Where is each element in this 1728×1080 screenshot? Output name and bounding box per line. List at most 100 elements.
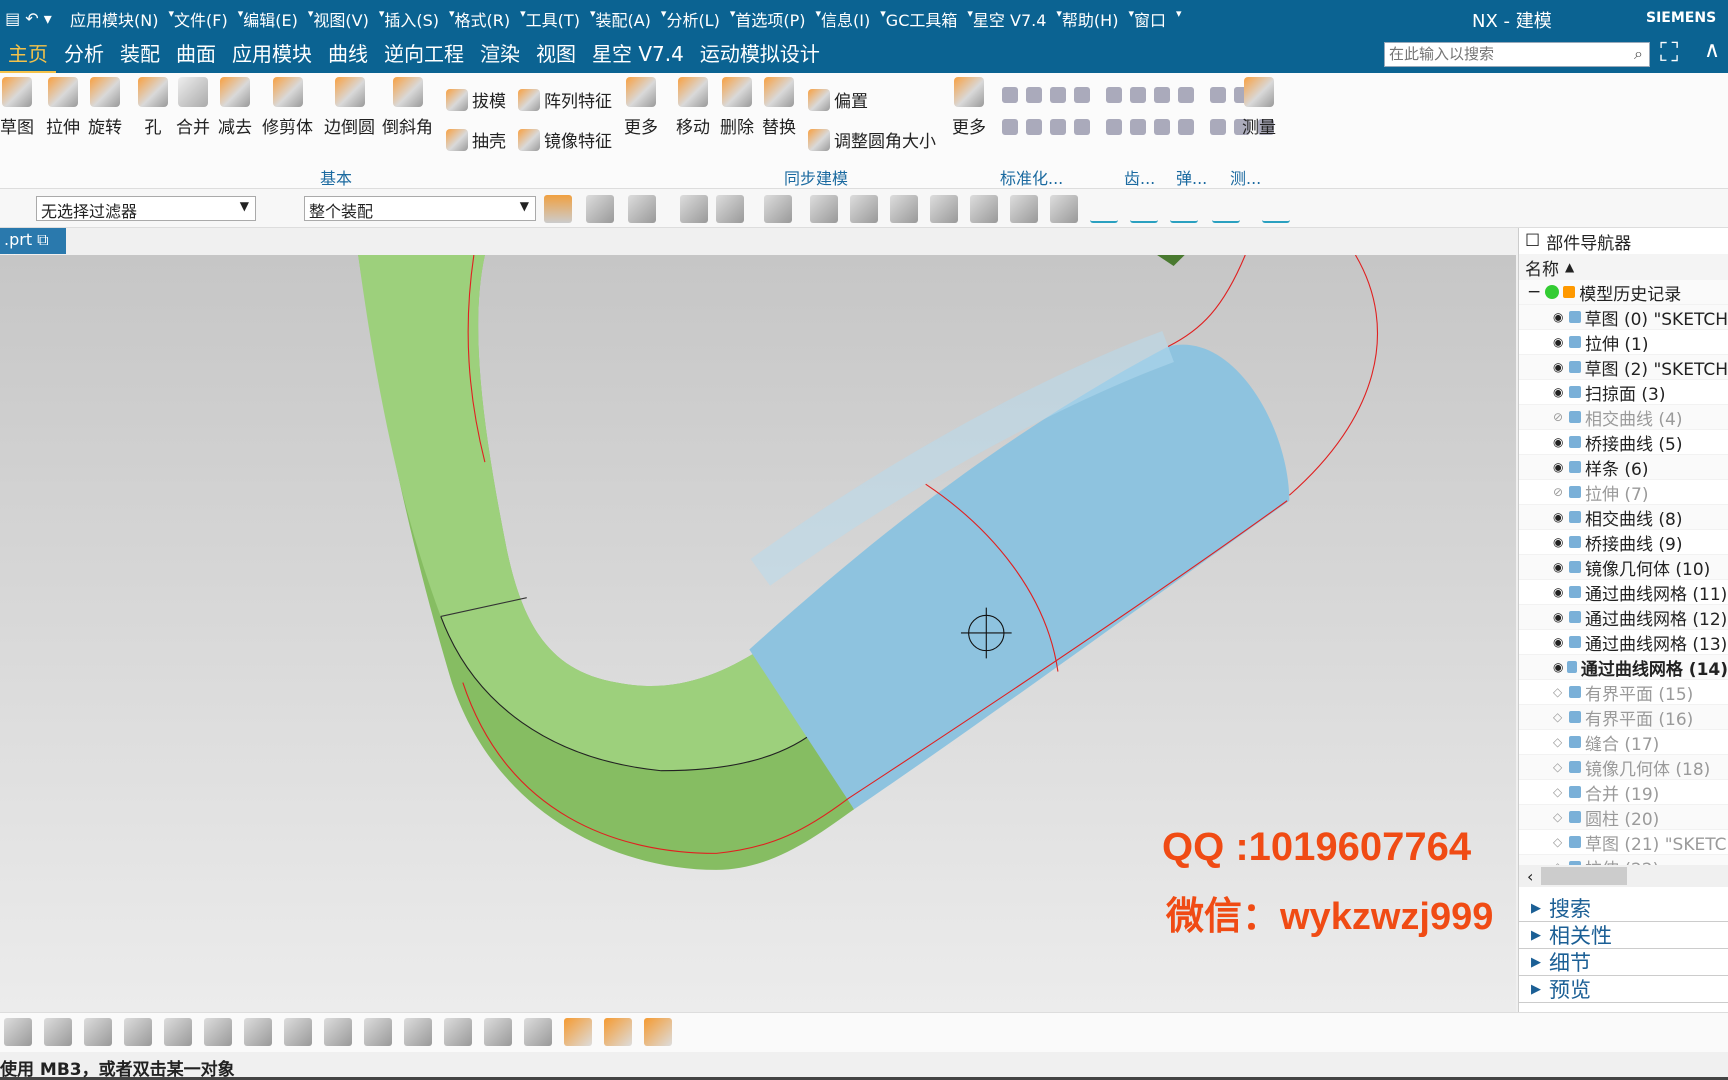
toolbar-icon-15[interactable]: [1170, 195, 1198, 223]
diamond-icon[interactable]: ◇: [1553, 785, 1567, 799]
toolbar-icon-3[interactable]: [680, 195, 708, 223]
eye-icon[interactable]: ◉: [1553, 535, 1567, 549]
sync-button-0[interactable]: 移动: [676, 77, 710, 138]
tool-icon[interactable]: [1074, 87, 1090, 103]
menu-2[interactable]: 编辑(E): [243, 7, 298, 31]
bottom-tool-icon-4[interactable]: [164, 1018, 192, 1046]
tool-icon[interactable]: [1050, 119, 1066, 135]
menu-4[interactable]: 插入(S): [384, 7, 439, 31]
eye-icon[interactable]: ◉: [1553, 610, 1567, 624]
tree-item[interactable]: ◇ 草图 (21) "SKETC: [1519, 830, 1728, 855]
eye-icon[interactable]: ◉: [1553, 310, 1567, 324]
tab-2[interactable]: 装配: [112, 37, 168, 73]
menu-6[interactable]: 工具(T): [526, 7, 580, 31]
ribbon-small-button-3[interactable]: 镜像特征: [518, 127, 612, 152]
ribbon-group-label-1[interactable]: 同步建模: [784, 165, 848, 189]
ribbon-group-label-0[interactable]: 基本: [320, 165, 352, 189]
ribbon-button-2[interactable]: 旋转: [88, 77, 122, 138]
menu-3[interactable]: 视图(V): [313, 7, 368, 31]
tree-root[interactable]: − 模型历史记录: [1519, 280, 1728, 305]
panel-section-1[interactable]: ▶ 相关性: [1519, 922, 1728, 949]
tree-item[interactable]: ◇ 拉伸 (22): [1519, 855, 1728, 865]
toolbar-icon-9[interactable]: [930, 195, 958, 223]
diamond-icon[interactable]: ◇: [1553, 685, 1567, 699]
menu-14[interactable]: 窗口: [1134, 7, 1166, 31]
tree-item[interactable]: ◉ 相交曲线 (8): [1519, 505, 1728, 530]
ribbon-small-button-1[interactable]: 阵列特征: [518, 87, 612, 112]
tool-icon[interactable]: [1002, 119, 1018, 135]
tool-icon[interactable]: [1026, 87, 1042, 103]
eye-icon[interactable]: ◉: [1553, 385, 1567, 399]
bottom-tool-icon-3[interactable]: [124, 1018, 152, 1046]
tool-icon[interactable]: [1130, 119, 1146, 135]
tree-item[interactable]: ◇ 有界平面 (16): [1519, 705, 1728, 730]
tree-item[interactable]: ⊘ 拉伸 (7): [1519, 480, 1728, 505]
ribbon-button-3[interactable]: 孔: [138, 77, 168, 138]
ribbon-group-label-2[interactable]: 标准化...: [1000, 165, 1063, 189]
tab-0[interactable]: 主页: [0, 37, 56, 73]
toolbar-icon-14[interactable]: [1130, 195, 1158, 223]
toolbar-icon-8[interactable]: [890, 195, 918, 223]
tree-item[interactable]: ◇ 缝合 (17): [1519, 730, 1728, 755]
panel-section-0[interactable]: ▶ 搜索: [1519, 895, 1728, 922]
menu-13[interactable]: 帮助(H): [1062, 7, 1119, 31]
menu-8[interactable]: 分析(L): [666, 7, 719, 31]
ribbon-button-8[interactable]: 倒斜角: [382, 77, 433, 138]
sync-small-button-1[interactable]: 调整圆角大小: [808, 127, 936, 152]
tree-item[interactable]: ◉ 样条 (6): [1519, 455, 1728, 480]
bottom-tool-icon-0[interactable]: [4, 1018, 32, 1046]
diamond-icon[interactable]: ◇: [1553, 835, 1567, 849]
toolbar-icon-16[interactable]: [1212, 195, 1240, 223]
tree-item[interactable]: ◉ 通过曲线网格 (11): [1519, 580, 1728, 605]
bottom-tool-icon-15[interactable]: [604, 1018, 632, 1046]
ribbon-group-label-3[interactable]: 齿...: [1124, 165, 1155, 189]
search-icon[interactable]: ⌕: [1634, 44, 1643, 64]
tree-item[interactable]: ◉ 拉伸 (1): [1519, 330, 1728, 355]
menu-10[interactable]: 信息(I): [821, 7, 870, 31]
tool-icon[interactable]: [1210, 87, 1226, 103]
tool-icon[interactable]: [1154, 119, 1170, 135]
tree-item[interactable]: ◉ 草图 (2) "SKETCH: [1519, 355, 1728, 380]
eye-icon[interactable]: ◉: [1553, 510, 1567, 524]
eye-hidden-icon[interactable]: ⊘: [1553, 485, 1567, 499]
sync-button-1[interactable]: 删除: [720, 77, 754, 138]
eye-icon[interactable]: ◉: [1553, 635, 1567, 649]
tree-item[interactable]: ◉ 镜像几何体 (10): [1519, 555, 1728, 580]
toolbar-icon-0[interactable]: [544, 195, 572, 223]
tree-item[interactable]: ◇ 圆柱 (20): [1519, 805, 1728, 830]
eye-icon[interactable]: ◉: [1553, 585, 1567, 599]
tool-icon[interactable]: [1074, 119, 1090, 135]
bottom-tool-icon-8[interactable]: [324, 1018, 352, 1046]
tab-6[interactable]: 逆向工程: [376, 37, 472, 73]
tree-item[interactable]: ◉ 桥接曲线 (5): [1519, 430, 1728, 455]
bottom-tool-icon-10[interactable]: [404, 1018, 432, 1046]
column-header-name[interactable]: 名称 ▲: [1519, 254, 1728, 280]
diamond-icon[interactable]: ◇: [1553, 710, 1567, 724]
menu-0[interactable]: 应用模块(N): [70, 7, 158, 31]
panel-section-2[interactable]: ▶ 细节: [1519, 949, 1728, 976]
tree-item[interactable]: ◉ 扫掠面 (3): [1519, 380, 1728, 405]
diamond-icon[interactable]: ◇: [1553, 760, 1567, 774]
tree-item[interactable]: ◉ 草图 (0) "SKETCH: [1519, 305, 1728, 330]
tool-icon[interactable]: [1026, 119, 1042, 135]
tool-icon[interactable]: [1106, 87, 1122, 103]
tool-icon[interactable]: [1210, 119, 1226, 135]
bottom-tool-icon-7[interactable]: [284, 1018, 312, 1046]
ribbon-button-0[interactable]: 草图: [0, 77, 34, 138]
tree-item[interactable]: ◉ 通过曲线网格 (13): [1519, 630, 1728, 655]
diamond-icon[interactable]: ◇: [1553, 810, 1567, 824]
diamond-icon[interactable]: ◇: [1553, 860, 1567, 865]
toolbar-icon-2[interactable]: [628, 195, 656, 223]
ribbon-small-button-0[interactable]: 拔模: [446, 87, 506, 112]
tool-icon[interactable]: [1178, 87, 1194, 103]
tree-item[interactable]: ⊘ 相交曲线 (4): [1519, 405, 1728, 430]
tab-4[interactable]: 应用模块: [224, 37, 320, 73]
tree-item[interactable]: ◉ 桥接曲线 (9): [1519, 530, 1728, 555]
menu-1[interactable]: 文件(F): [174, 7, 228, 31]
toolbar-icon-17[interactable]: [1262, 195, 1290, 223]
menu-11[interactable]: GC工具箱: [886, 7, 958, 31]
ribbon-button-6[interactable]: 修剪体: [262, 77, 313, 138]
fullscreen-icon[interactable]: ⛶: [1660, 38, 1678, 69]
tool-icon[interactable]: [1106, 119, 1122, 135]
tab-10[interactable]: 运动模拟设计: [692, 37, 828, 73]
